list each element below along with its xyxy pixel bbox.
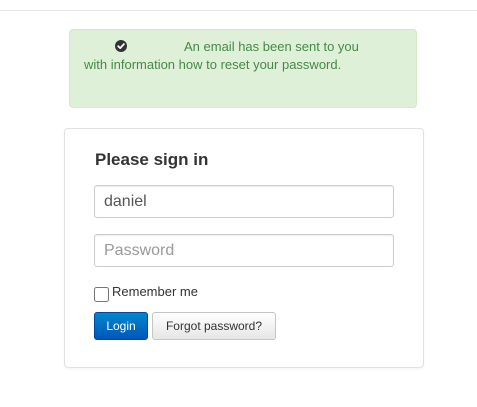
username-input[interactable] xyxy=(94,185,394,218)
page-divider xyxy=(0,10,477,11)
password-input[interactable] xyxy=(94,234,394,267)
sign-in-heading: Please sign in xyxy=(95,150,209,169)
forgot-password-button[interactable]: Forgot password? xyxy=(152,312,276,340)
alert-message: An email has been sent to you with infor… xyxy=(84,39,359,72)
remember-me-label[interactable]: Remember me xyxy=(112,284,198,300)
success-alert: An email has been sent to you with infor… xyxy=(69,29,417,108)
sign-in-panel: Please sign in Remember me Login Forgot … xyxy=(64,128,424,368)
remember-me-checkbox[interactable] xyxy=(94,287,109,302)
login-button[interactable]: Login xyxy=(94,312,148,340)
